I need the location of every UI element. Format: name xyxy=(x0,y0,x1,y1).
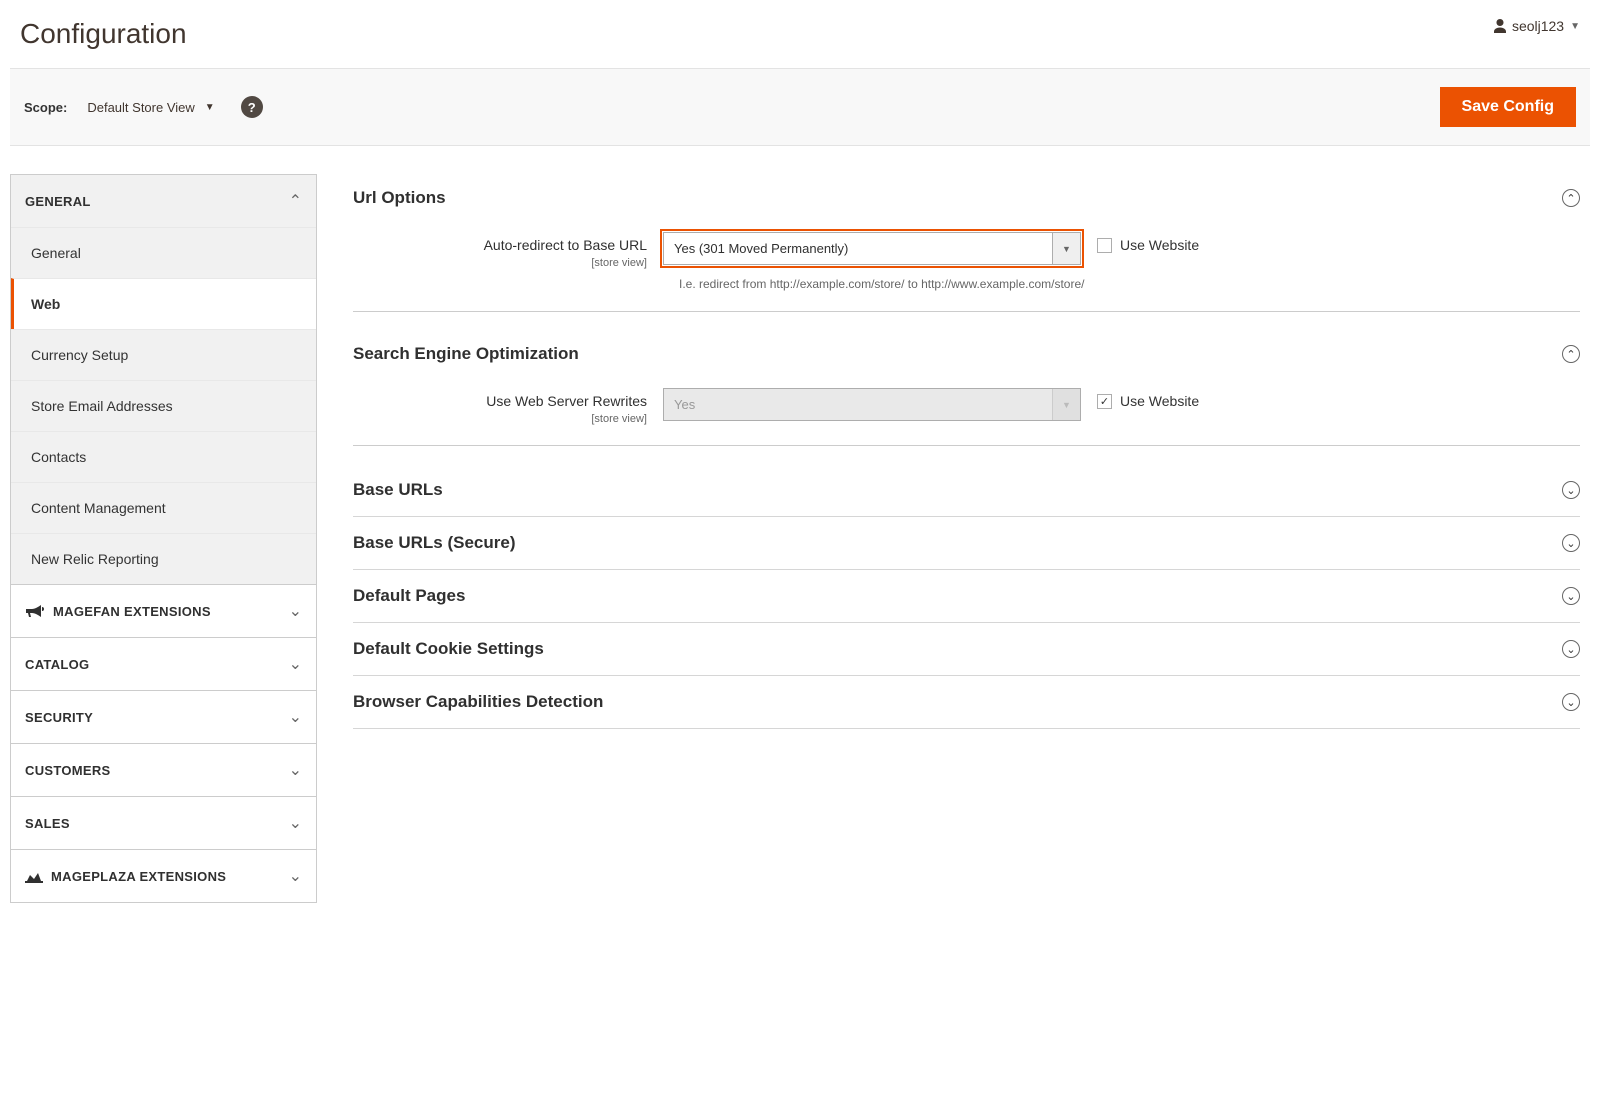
sidebar-item-general[interactable]: General xyxy=(11,227,316,278)
auto-redirect-select[interactable]: Yes (301 Moved Permanently) ▼ xyxy=(663,232,1081,265)
sidebar: GENERAL ⌃ General Web Currency Setup Sto… xyxy=(10,174,317,903)
group-title: MAGEFAN EXTENSIONS xyxy=(53,604,211,619)
user-icon xyxy=(1492,18,1508,34)
use-website-checkbox[interactable]: ✓ xyxy=(1097,394,1112,409)
sidebar-item-content-mgmt[interactable]: Content Management xyxy=(11,482,316,533)
sidebar-group-security[interactable]: SECURITY ⌄ xyxy=(11,691,316,743)
section-title: Url Options xyxy=(353,188,446,208)
group-title: GENERAL xyxy=(25,194,91,209)
collapse-up-icon: ⌃ xyxy=(1562,345,1580,363)
scope-hint: [store view] xyxy=(591,413,647,425)
expand-down-icon: ⌄ xyxy=(1562,693,1580,711)
user-menu[interactable]: seolj123 ▼ xyxy=(1492,18,1580,34)
expand-down-icon: ⌄ xyxy=(1562,640,1580,658)
group-title: CATALOG xyxy=(25,657,89,672)
section-default-pages[interactable]: Default Pages ⌄ xyxy=(353,570,1580,622)
use-website-checkbox[interactable] xyxy=(1097,238,1112,253)
section-title: Search Engine Optimization xyxy=(353,344,579,364)
section-default-cookie[interactable]: Default Cookie Settings ⌄ xyxy=(353,623,1580,675)
chevron-down-icon: ⌄ xyxy=(289,760,302,780)
sidebar-group-magefan[interactable]: MAGEFAN EXTENSIONS ⌄ xyxy=(11,585,316,637)
page-title: Configuration xyxy=(20,18,187,50)
sidebar-group-customers[interactable]: CUSTOMERS ⌄ xyxy=(11,744,316,796)
section-base-urls[interactable]: Base URLs ⌄ xyxy=(353,464,1580,516)
chevron-down-icon: ▼ xyxy=(1052,389,1080,420)
sidebar-group-catalog[interactable]: CATALOG ⌄ xyxy=(11,638,316,690)
sidebar-item-web[interactable]: Web xyxy=(11,278,316,329)
chevron-down-icon: ▼ xyxy=(1570,21,1580,32)
scope-label: Scope: xyxy=(24,100,67,115)
sidebar-item-store-email[interactable]: Store Email Addresses xyxy=(11,380,316,431)
save-config-button[interactable]: Save Config xyxy=(1440,87,1576,127)
chevron-down-icon: ▼ xyxy=(1052,233,1080,264)
sidebar-group-mageplaza[interactable]: MAGEPLAZA EXTENSIONS ⌄ xyxy=(11,850,316,902)
sidebar-item-new-relic[interactable]: New Relic Reporting xyxy=(11,533,316,584)
sidebar-item-contacts[interactable]: Contacts xyxy=(11,431,316,482)
chevron-down-icon: ⌄ xyxy=(289,813,302,833)
user-name: seolj123 xyxy=(1512,18,1564,34)
scope-select[interactable]: Default Store View ▼ xyxy=(87,100,214,115)
collapse-up-icon: ⌃ xyxy=(1562,189,1580,207)
megaphone-icon xyxy=(25,603,45,619)
section-title: Browser Capabilities Detection xyxy=(353,692,603,712)
sidebar-item-currency[interactable]: Currency Setup xyxy=(11,329,316,380)
field-label: Use Web Server Rewrites xyxy=(353,393,647,409)
chevron-down-icon: ⌄ xyxy=(289,866,302,886)
chevron-down-icon: ▼ xyxy=(205,102,215,113)
sidebar-group-sales[interactable]: SALES ⌄ xyxy=(11,797,316,849)
group-title: SECURITY xyxy=(25,710,93,725)
use-website-label: Use Website xyxy=(1120,393,1199,409)
field-note: I.e. redirect from http://example.com/st… xyxy=(353,277,1580,291)
web-server-rewrites-select: Yes ▼ xyxy=(663,388,1081,421)
sidebar-group-general[interactable]: GENERAL ⌃ xyxy=(11,175,316,227)
chevron-down-icon: ⌄ xyxy=(289,654,302,674)
group-title: CUSTOMERS xyxy=(25,763,111,778)
scope-hint: [store view] xyxy=(591,257,647,269)
section-title: Default Pages xyxy=(353,586,465,606)
section-base-urls-secure[interactable]: Base URLs (Secure) ⌄ xyxy=(353,517,1580,569)
chevron-up-icon: ⌃ xyxy=(289,191,302,211)
chevron-down-icon: ⌄ xyxy=(289,707,302,727)
select-value: Yes (301 Moved Permanently) xyxy=(674,241,848,256)
scope-value: Default Store View xyxy=(87,100,194,115)
group-title: SALES xyxy=(25,816,70,831)
mageplaza-icon xyxy=(25,869,43,883)
chevron-down-icon: ⌄ xyxy=(289,601,302,621)
expand-down-icon: ⌄ xyxy=(1562,587,1580,605)
section-url-options[interactable]: Url Options ⌃ xyxy=(353,174,1580,222)
expand-down-icon: ⌄ xyxy=(1562,481,1580,499)
select-value: Yes xyxy=(674,397,695,412)
expand-down-icon: ⌄ xyxy=(1562,534,1580,552)
section-seo[interactable]: Search Engine Optimization ⌃ xyxy=(353,330,1580,378)
field-label: Auto-redirect to Base URL xyxy=(353,237,647,253)
section-title: Default Cookie Settings xyxy=(353,639,544,659)
section-title: Base URLs xyxy=(353,480,443,500)
use-website-label: Use Website xyxy=(1120,237,1199,253)
help-icon[interactable]: ? xyxy=(241,96,263,118)
group-title: MAGEPLAZA EXTENSIONS xyxy=(51,869,226,884)
section-title: Base URLs (Secure) xyxy=(353,533,516,553)
section-browser-caps[interactable]: Browser Capabilities Detection ⌄ xyxy=(353,676,1580,728)
